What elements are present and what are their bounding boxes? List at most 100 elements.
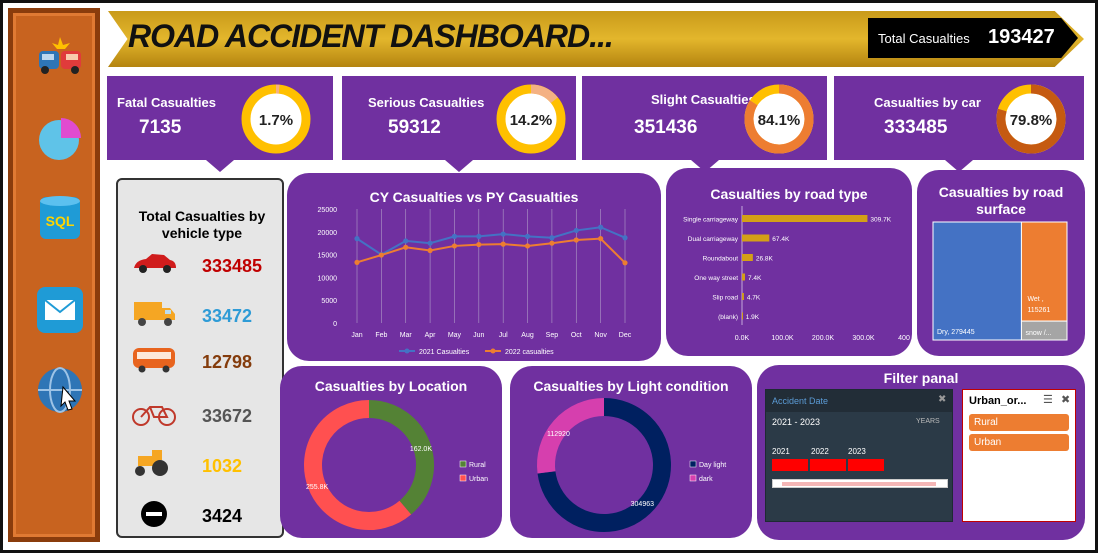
timeline-bar-2021[interactable] <box>772 459 808 471</box>
treemap-label: Dry, 279445 <box>937 329 975 336</box>
clear-filter-icon[interactable]: ✖ <box>1061 393 1070 406</box>
legend-label: Urban <box>469 476 488 483</box>
timeline-bar-2022[interactable] <box>810 459 846 471</box>
x-tick-label: Apr <box>425 332 437 339</box>
x-tick-label: Jan <box>351 332 362 339</box>
treemap-label: snow /... <box>1025 330 1051 337</box>
car-icon <box>134 254 176 273</box>
legend-swatch <box>689 460 697 468</box>
kpi-pointer <box>445 160 473 172</box>
road-type-panel: Casualties by road type Single carriagew… <box>666 168 912 356</box>
timeline-bar-2023[interactable] <box>848 459 884 471</box>
kpi-donut: 1.7% <box>241 84 311 154</box>
x-tick-label: May <box>448 332 462 339</box>
category-label: Roundabout <box>703 256 739 263</box>
sidebar: SQL <box>8 8 100 542</box>
globe-cursor-icon[interactable] <box>35 365 85 415</box>
category-label: One way street <box>694 275 738 282</box>
data-point <box>573 237 579 243</box>
legend-marker <box>404 348 410 354</box>
x-tick-label: Oct <box>571 332 582 339</box>
kpi-percent: 14.2% <box>510 112 553 129</box>
data-point <box>598 224 604 230</box>
slice-label: 112920 <box>547 431 570 438</box>
vehicle-row: 333485 <box>130 248 280 284</box>
kpi-value: 59312 <box>388 117 441 138</box>
slicer-item-rural[interactable]: Rural <box>969 414 1069 431</box>
x-tick-label: Sep <box>546 332 559 339</box>
timeline-scrollbar[interactable] <box>772 479 948 488</box>
bar <box>742 234 770 242</box>
x-tick-label: 400 <box>898 335 910 342</box>
data-point <box>524 243 531 249</box>
kpi-pointer <box>206 160 234 172</box>
data-point <box>378 252 384 258</box>
legend-label: 2022 casualties <box>505 349 554 356</box>
legend-label: Day light <box>699 462 726 469</box>
data-point <box>524 233 531 239</box>
kpi-fatal: Fatal Casualties 7135 1.7% <box>107 76 333 172</box>
total-casualties-label: Total Casualties <box>878 31 970 46</box>
kpi-donut: 14.2% <box>496 84 566 154</box>
vehicle-row: 12798 <box>130 344 280 380</box>
line-chart: 0 5000 10000 15000 20000 25000 Jan Feb Mar Apr May… <box>318 207 632 356</box>
x-tick-label: Aug <box>521 332 534 339</box>
timeline-title: Accident Date <box>772 396 829 406</box>
legend-label: Rural <box>469 462 486 469</box>
x-tick-label: 300.0K <box>852 335 875 342</box>
data-point <box>354 259 360 265</box>
date-timeline-slicer: Accident Date ✖ 2021 - 2023 YEARS 2021 2… <box>765 389 953 522</box>
data-point <box>622 235 628 241</box>
vehicle-type-panel: Total Casualties by vehicle type 333485 … <box>116 178 284 538</box>
treemap-label: Wet , <box>1027 296 1043 303</box>
kpi-percent: 84.1% <box>758 112 801 129</box>
vehicle-row: 33472 <box>130 298 280 334</box>
data-point <box>549 240 555 246</box>
data-point <box>403 244 409 250</box>
location-donut: 162.0K Rural 255.8K Urban <box>304 400 488 530</box>
vehicle-value: 12798 <box>202 352 253 372</box>
total-casualties-value: 193427 <box>988 26 1055 48</box>
kpi-label: Slight Casualties <box>651 92 756 107</box>
pie-chart-icon[interactable] <box>35 113 85 163</box>
vehicle-value: 33472 <box>202 306 253 326</box>
bar-value-label: 309.7K <box>870 217 891 224</box>
timeline-year: 2021 <box>772 447 790 456</box>
kpi-serious: Serious Casualties 59312 14.2% <box>342 76 576 172</box>
kpi-label: Casualties by car <box>874 95 981 110</box>
kpi-percent: 79.8% <box>1010 112 1053 129</box>
y-tick-label: 25000 <box>318 207 338 214</box>
data-point <box>427 247 433 254</box>
category-label: Dual carriageway <box>688 236 739 243</box>
vehicle-value: 33672 <box>202 406 253 426</box>
x-tick-label: Nov <box>594 332 607 339</box>
sql-database-icon[interactable]: SQL <box>35 193 85 243</box>
category-label: Slip road <box>712 295 738 302</box>
vehicle-row: 33672 <box>130 398 280 434</box>
kpi-slight: Slight Casualties 351436 84.1% <box>582 76 827 172</box>
data-point <box>451 233 458 239</box>
kpi-label: Serious Casualties <box>368 95 485 110</box>
data-point <box>622 260 628 266</box>
legend-swatch <box>459 474 467 482</box>
slice-label: 304963 <box>631 501 654 508</box>
kpi-value: 351436 <box>634 117 698 138</box>
kpi-donut: 79.8% <box>996 84 1066 154</box>
x-tick-label: Feb <box>375 332 387 339</box>
car-crash-icon[interactable] <box>35 33 85 83</box>
data-point <box>451 243 458 249</box>
clear-filter-icon[interactable]: ✖ <box>938 394 946 405</box>
light-donut: 304963 Day light 112920 dark <box>537 398 726 532</box>
mail-icon[interactable] <box>35 285 85 335</box>
data-point <box>573 227 579 234</box>
x-tick-label: Dec <box>619 332 632 339</box>
multi-select-icon[interactable]: ☰ <box>1043 393 1053 406</box>
slicer-item-urban[interactable]: Urban <box>969 434 1069 451</box>
urban-rural-slicer: Urban_or... ☰ ✖ Rural Urban <box>962 389 1076 522</box>
data-point <box>549 235 555 241</box>
bus-icon <box>133 348 175 373</box>
dashboard-title: ROAD ACCIDENT DASHBOARD... <box>128 18 614 54</box>
kpi-value: 333485 <box>884 117 948 138</box>
timeline-unit-dropdown[interactable]: YEARS <box>916 418 940 425</box>
tractor-icon <box>135 450 168 476</box>
